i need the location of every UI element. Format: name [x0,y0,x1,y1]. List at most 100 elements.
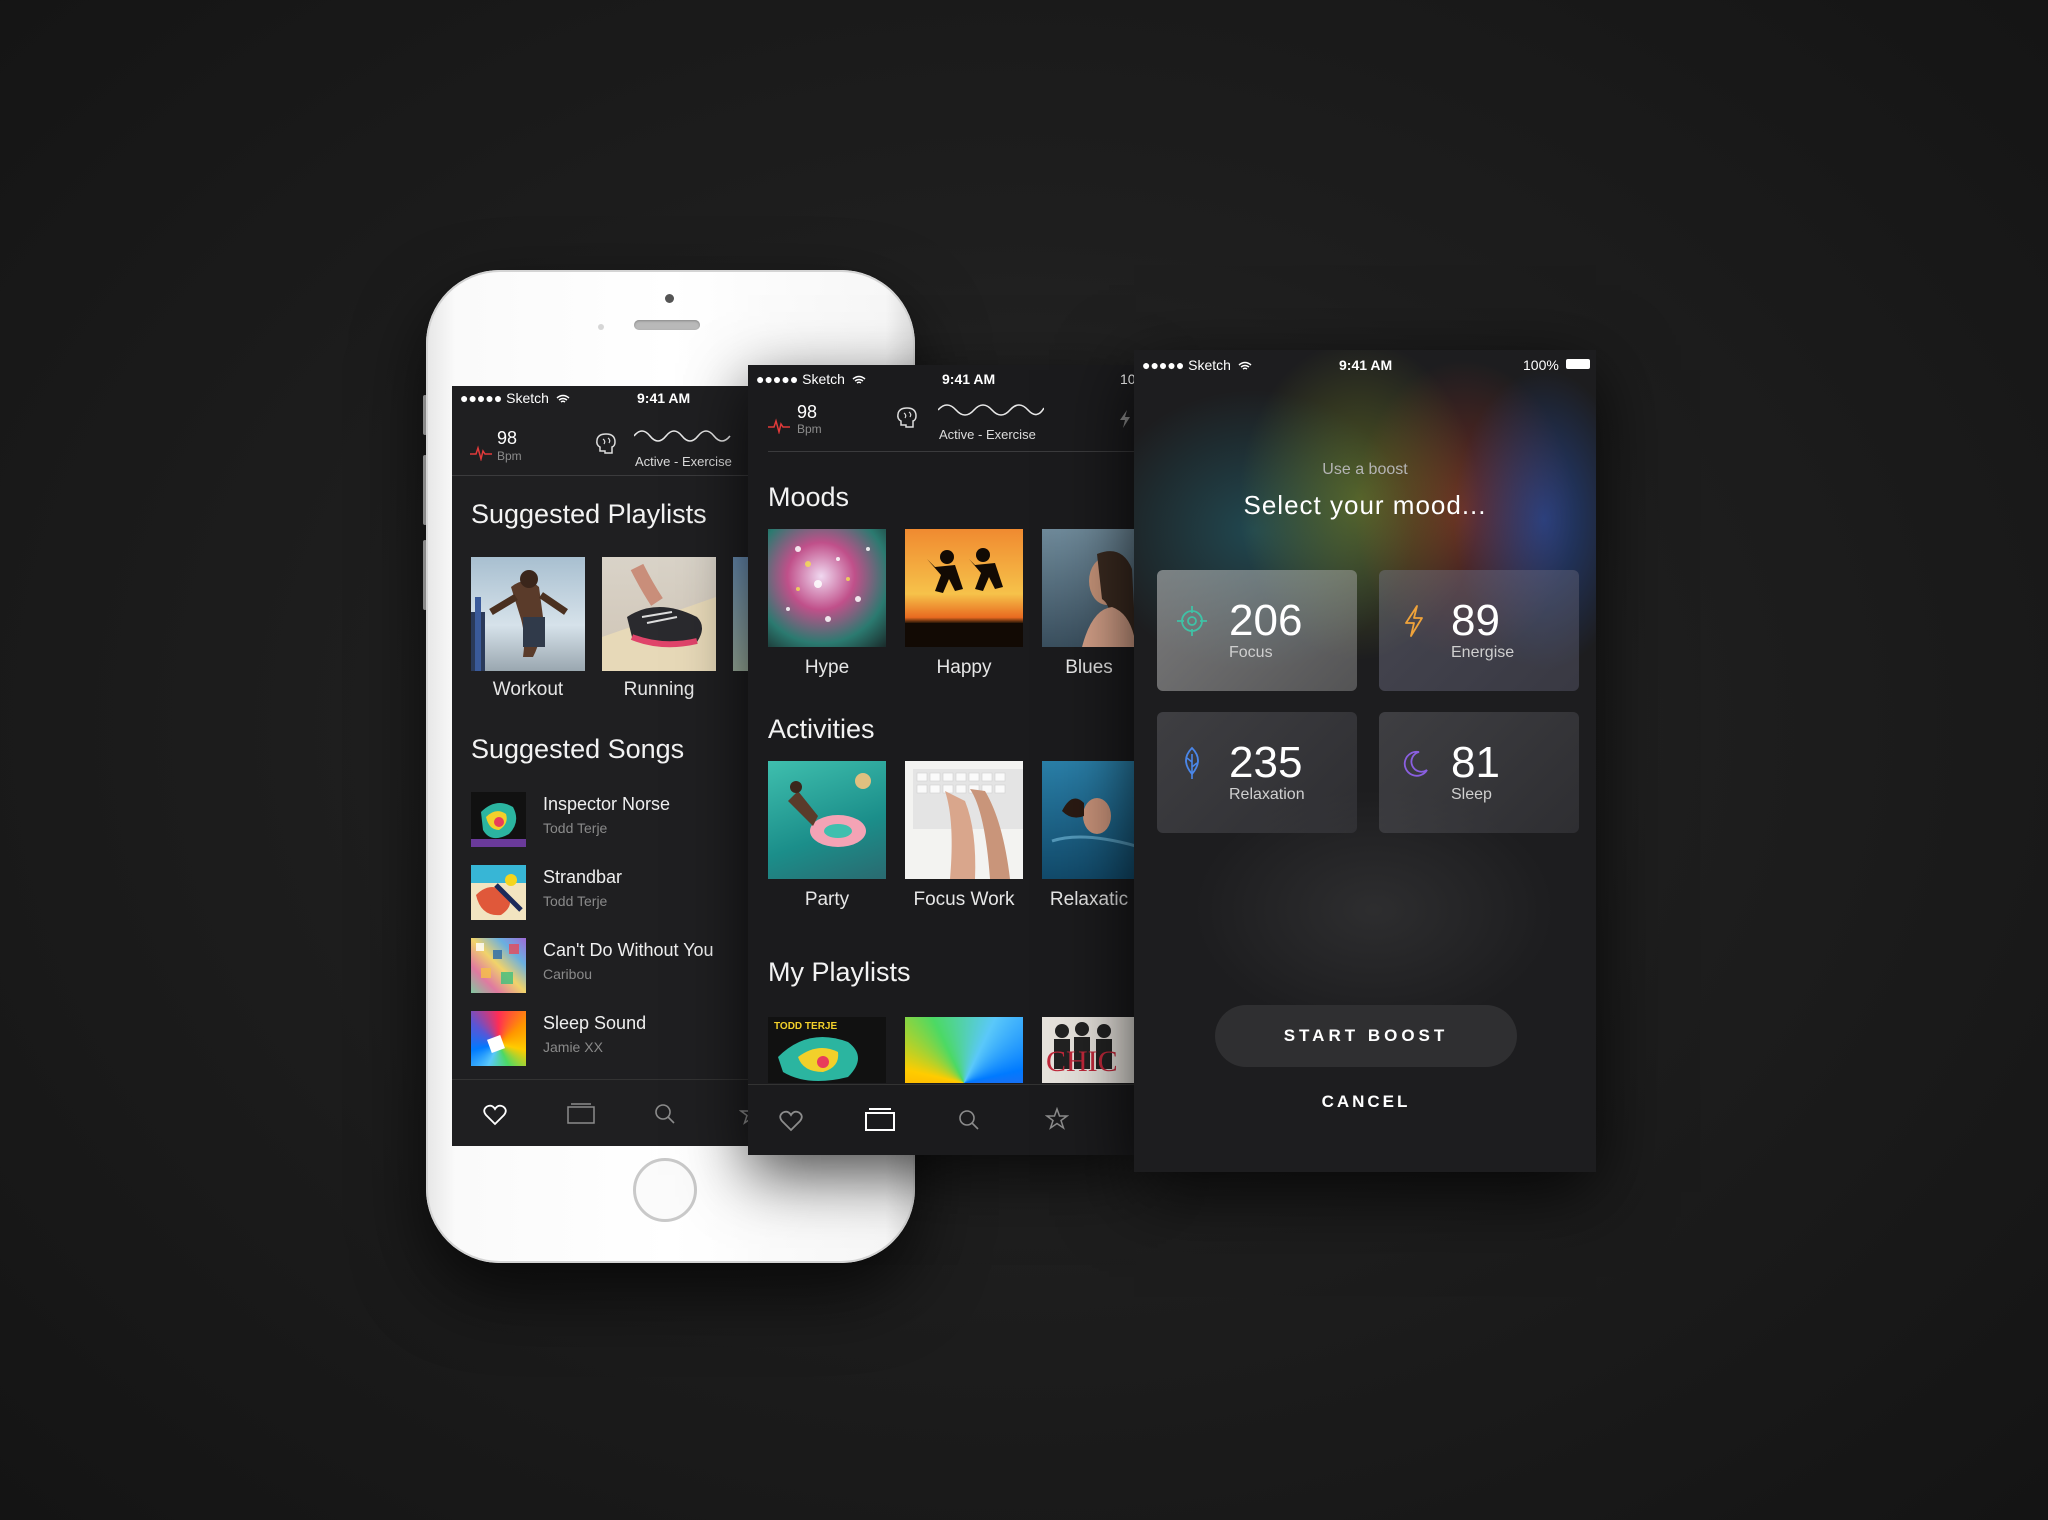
song-row[interactable]: Sleep Sound Jamie XX [471,1011,771,1067]
mood-value: 89 [1451,596,1500,645]
bolt-icon [1405,605,1423,637]
battery-label: 100% [1523,357,1559,373]
library-icon[interactable] [865,1107,895,1131]
activity-tile-focus-work[interactable] [905,761,1023,879]
activity-tile-relaxation[interactable] [1042,761,1136,879]
mood-card-focus[interactable]: 206 Focus [1157,570,1357,691]
mood-label: Focus [1229,644,1273,661]
blues-image [1082,551,1136,647]
party-image [788,773,871,847]
status-time: 9:41 AM [637,390,691,406]
wifi-icon [852,376,866,384]
suggested-songs-title: Suggested Songs [471,734,685,764]
cancel-button[interactable]: CANCEL [1215,1092,1517,1122]
metrics-row: 98 Bpm Active - Exercise [768,397,1136,452]
playlist-tile-workout[interactable] [471,557,585,671]
playlist-label: Workout [492,679,564,700]
album-art-text: CHIC [1046,1045,1118,1078]
mood-tile-hype[interactable] [768,529,886,647]
activity-label: Party [804,889,850,910]
playlist-tile-running[interactable] [602,557,716,671]
album-art [471,865,526,920]
hype-image [786,546,870,622]
mood-tile-blues[interactable] [1042,529,1136,647]
mood-card-relaxation[interactable]: 235 Relaxation [1157,712,1357,833]
bpm-unit: Bpm [797,422,822,436]
activity-label: Focus Work [913,889,1015,910]
song-row[interactable]: Can't Do Without You Caribou [471,938,771,994]
suggested-playlists-title: Suggested Playlists [471,499,707,529]
front-camera [665,294,674,303]
bolt-icon[interactable] [1118,409,1132,429]
mood-value: 206 [1229,596,1303,645]
song-artist: Jamie XX [543,1039,603,1055]
mode-label: Active - Exercise [939,427,1036,442]
boost-subtitle: Use a boost [1322,461,1408,478]
search-icon[interactable] [654,1103,676,1125]
heart-icon[interactable] [779,1110,803,1132]
heart-rate-icon [470,445,492,461]
heart-icon[interactable] [483,1104,507,1126]
song-title: Can't Do Without You [543,940,714,960]
focus-work-image [913,769,1023,879]
my-playlist-tile[interactable]: CHIC [1042,1017,1136,1083]
browse-screen: ●●●●● Sketch 9:41 AM 10 98 Bpm Active - … [748,365,1136,1155]
workout-image [471,570,568,671]
mood-label: Energise [1451,644,1515,661]
song-title: Sleep Sound [543,1013,647,1033]
activity-label: Relaxatic [1049,889,1129,910]
library-icon[interactable] [567,1102,595,1124]
boost-title: Select your mood... [1243,490,1487,520]
album-art [471,792,526,847]
mood-card-energise[interactable]: 89 Energise [1379,570,1579,691]
target-icon [1177,606,1207,636]
status-time: 9:41 AM [942,371,996,387]
wave-icon [938,404,1044,416]
wifi-icon [1238,362,1252,370]
carrier-label: ●●●●● Sketch [1142,357,1252,373]
search-icon[interactable] [958,1109,980,1131]
moods-title: Moods [768,482,850,512]
song-row[interactable]: Inspector Norse Todd Terje [471,792,771,848]
song-title: Strandbar [543,867,623,887]
brain-icon[interactable] [594,431,620,457]
status-bar: ●●●●● Sketch 9:41 AM [452,386,777,410]
mood-value: 235 [1229,738,1303,787]
home-screen: ●●●●● Sketch 9:41 AM 98 Bpm Active - Exe… [452,386,777,1146]
mood-label: Hype [804,657,850,678]
star-icon[interactable] [1045,1107,1069,1131]
my-playlist-tile[interactable] [905,1017,1023,1083]
playlist-label: Running [623,679,695,700]
start-boost-button[interactable]: START BOOST [1215,1005,1517,1067]
song-artist: Todd Terje [543,893,608,909]
album-art-text: TODD TERJE [774,1021,838,1032]
song-artist: Caribou [543,966,593,982]
moon-icon [1403,750,1428,777]
my-playlists-title: My Playlists [768,957,911,987]
bpm-unit: Bpm [497,449,522,463]
home-button[interactable] [633,1158,697,1222]
battery-icon [1566,359,1590,369]
status-bar: ●●●●● Sketch 9:41 AM 10 [748,367,1136,391]
happy-image [905,548,1023,647]
earpiece-speaker [634,320,700,330]
bpm-value: 98 [797,402,818,422]
mood-value: 81 [1451,738,1500,787]
mode-label: Active - Exercise [635,454,732,469]
relaxation-image [1051,798,1136,848]
carrier-label: ●●●●● Sketch [460,390,570,406]
mood-tile-happy[interactable] [905,529,1023,647]
mood-card-sleep[interactable]: 81 Sleep [1379,712,1579,833]
wave-icon [634,430,731,442]
activity-tile-party[interactable] [768,761,886,879]
mood-label: Sleep [1451,786,1492,803]
wifi-icon [556,395,570,403]
mood-label: Relaxation [1229,786,1305,803]
song-row[interactable]: Strandbar Todd Terje [471,865,771,921]
brain-icon[interactable] [895,405,921,431]
metrics-row: 98 Bpm Active - Exercise [452,421,777,476]
proximity-sensor [598,324,604,330]
my-playlist-tile[interactable]: TODD TERJE [768,1017,886,1083]
status-bar: ●●●●● Sketch 9:41 AM 100% [1134,353,1596,377]
mood-label: Blues [1065,657,1113,678]
